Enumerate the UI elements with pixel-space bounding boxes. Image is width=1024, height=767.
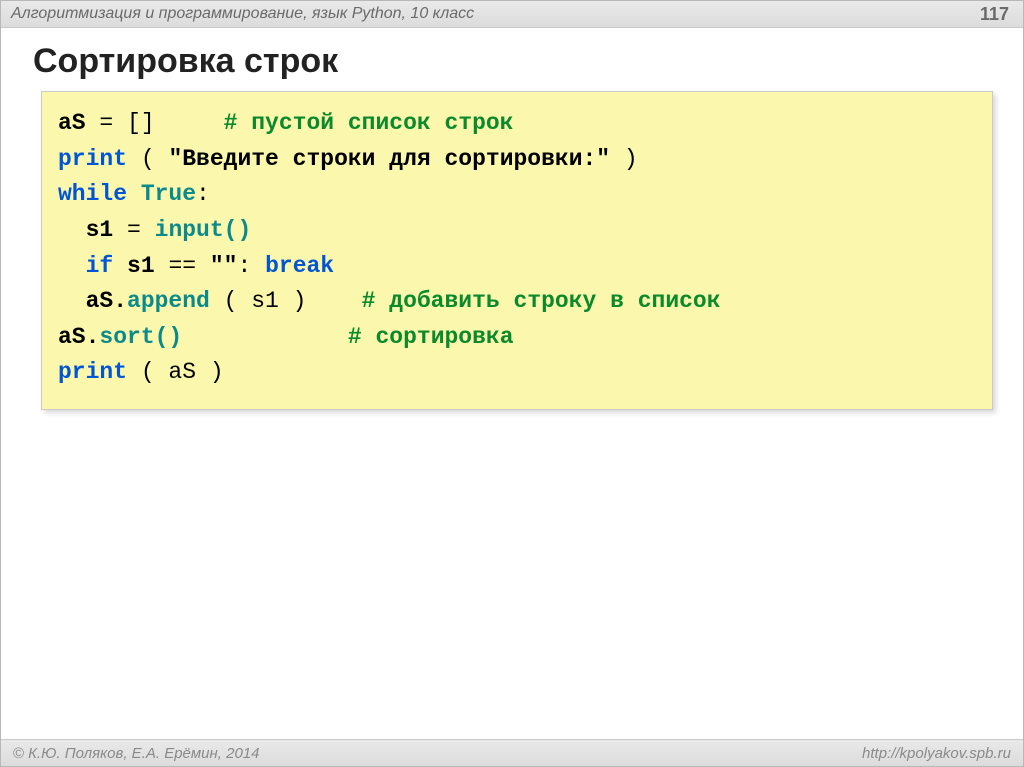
code-line-2: print ( "Введите строки для сортировки:"… bbox=[58, 142, 976, 178]
code-line-3: while True: bbox=[58, 177, 976, 213]
code-line-1: aS = [] # пустой список строк bbox=[58, 106, 976, 142]
slide: Алгоритмизация и программирование, язык … bbox=[0, 0, 1024, 767]
code-line-5: if s1 == "": break bbox=[58, 249, 976, 285]
code-line-4: s1 = input() bbox=[58, 213, 976, 249]
footer-bar: ©К.Ю. Поляков, Е.А. Ерёмин, 2014 http://… bbox=[1, 739, 1023, 766]
slide-title: Сортировка строк bbox=[1, 28, 1023, 91]
copyright-icon: © bbox=[13, 745, 24, 762]
page-number: 117 bbox=[980, 4, 1013, 25]
footer-url: http://kpolyakov.spb.ru bbox=[862, 745, 1011, 762]
footer-copyright: ©К.Ю. Поляков, Е.А. Ерёмин, 2014 bbox=[13, 745, 259, 762]
header-bar: Алгоритмизация и программирование, язык … bbox=[1, 1, 1023, 28]
code-line-6: aS.append ( s1 ) # добавить строку в спи… bbox=[58, 284, 976, 320]
header-title: Алгоритмизация и программирование, язык … bbox=[11, 5, 474, 23]
code-block: aS = [] # пустой список строк print ( "В… bbox=[41, 91, 993, 410]
code-line-7: aS.sort() # сортировка bbox=[58, 320, 976, 356]
code-line-8: print ( aS ) bbox=[58, 355, 976, 391]
